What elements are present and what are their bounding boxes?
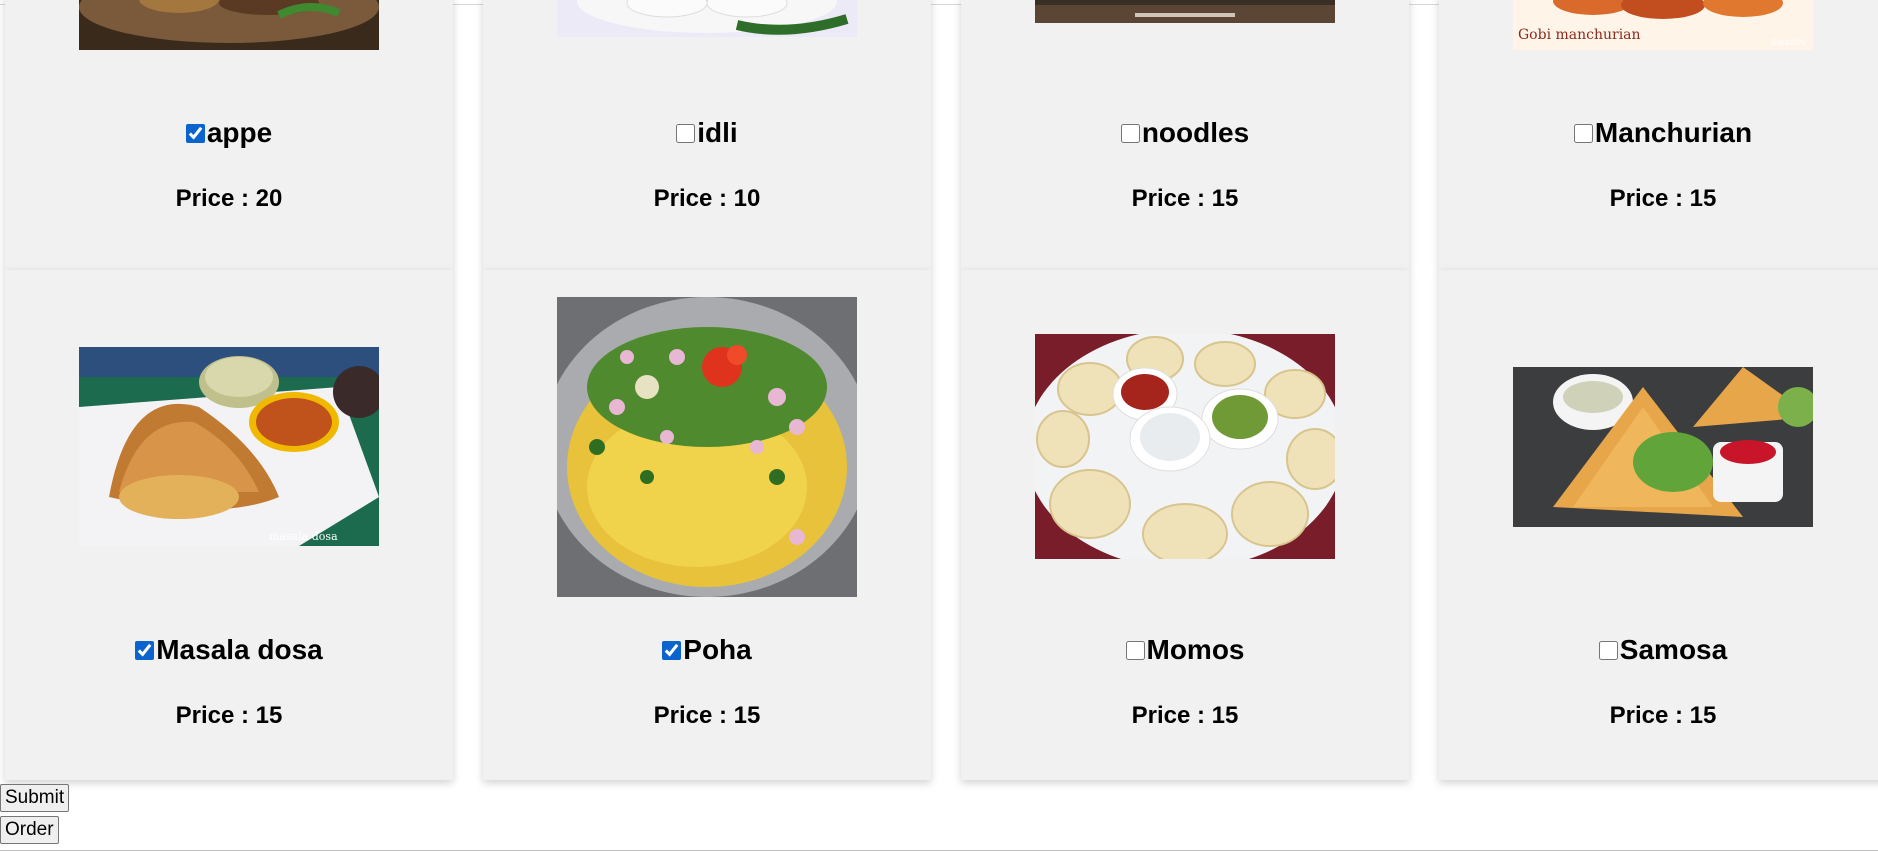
item-price: Price : 10 [653,185,761,212]
manchurian-image-watermark: Swasthi [1771,38,1806,48]
samosa-image [1513,367,1813,527]
samosa-checkbox[interactable] [1598,640,1618,660]
masala-dosa-image: masala dosa [79,347,379,546]
idli-checkbox[interactable] [676,123,696,143]
item-price: Price : 20 [175,185,283,212]
appe-checkbox[interactable] [185,123,205,143]
noodles-checkbox[interactable] [1120,123,1140,143]
menu-card-manchurian: Gobi manchurian Swasthi Manchurian Price… [1439,0,1878,270]
menu-card-samosa: Samosa Price : 15 [1439,270,1878,780]
momos-checkbox[interactable] [1125,640,1145,660]
samosa-label-row: Samosa [1439,634,1878,666]
menu-card-poha: Poha Price : 15 [483,270,931,780]
item-name: appe [206,117,273,148]
poha-checkbox[interactable] [662,640,682,660]
momos-label-row: Momos [961,634,1409,666]
manchurian-image: Gobi manchurian Swasthi [1513,0,1813,50]
idli-label-row: idli [483,117,931,149]
submit-button[interactable]: Submit [0,784,70,812]
masala-dosa-label-row: Masala dosa [5,634,453,666]
menu-card-momos: Momos Price : 15 [961,270,1409,780]
item-name: noodles [1141,117,1250,148]
masala-dosa-checkbox[interactable] [135,640,155,660]
item-name: Manchurian [1594,117,1753,148]
item-price: Price : 15 [1131,185,1239,212]
item-name: Samosa [1619,634,1728,665]
momos-image [1035,334,1335,559]
manchurian-checkbox[interactable] [1573,123,1593,143]
item-name: Momos [1146,634,1245,665]
item-price: Price : 15 [1609,185,1717,212]
menu-card-appe: appe Price : 20 [5,0,453,270]
masala-dosa-image-caption: masala dosa [269,530,338,543]
appe-label-row: appe [5,117,453,149]
item-price: Price : 15 [1131,702,1239,729]
item-price: Price : 15 [653,702,761,729]
order-button[interactable]: Order [0,816,59,844]
item-name: Poha [683,634,752,665]
appe-image [79,0,379,50]
item-name: idli [697,117,738,148]
noodles-image [1035,0,1335,23]
menu-card-noodles: noodles Price : 15 [961,0,1409,270]
item-name: Masala dosa [156,634,323,665]
menu-card-masala-dosa: masala dosa Masala dosa Price : 15 [5,270,453,780]
item-price: Price : 15 [1609,702,1717,729]
idli-image [557,0,857,37]
poha-image [557,297,857,597]
poha-label-row: Poha [483,634,931,666]
manchurian-image-caption: Gobi manchurian [1518,27,1641,43]
food-menu-page: appe Price : 20 idli Price: 10 noodles … [0,0,1878,851]
manchurian-label-row: Manchurian [1439,117,1878,149]
menu-card-idli: idli Price : 10 [483,0,931,270]
item-price: Price : 15 [175,702,283,729]
noodles-label-row: noodles [961,117,1409,149]
